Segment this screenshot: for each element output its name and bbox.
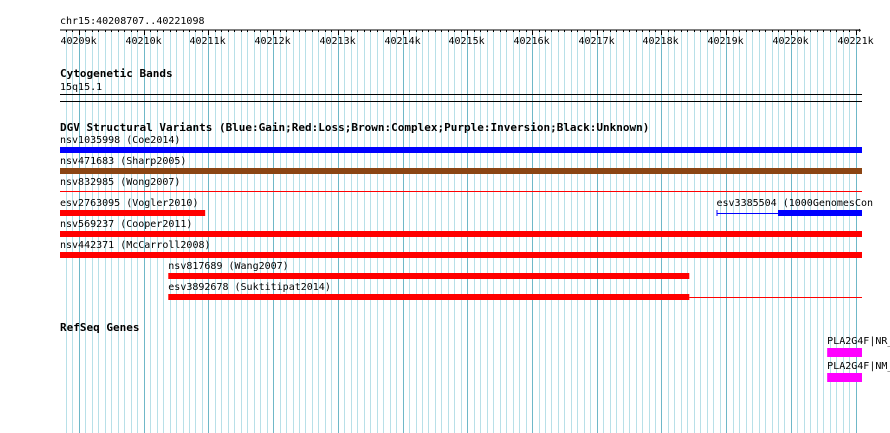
dgv-feature-bar [168,294,690,300]
ruler-tick-label: 40220k [773,36,809,47]
cytogenetic-track-title: Cytogenetic Bands [60,67,173,80]
dgv-feature[interactable]: esv2763095 (Vogler2010) [60,198,206,216]
dgv-feature-bar [60,147,862,153]
ruler-tick-label: 40210k [126,36,162,47]
dgv-feature-label: esv2763095 (Vogler2010) [60,198,198,209]
region-label: chr15:40208707..40221098 [60,16,205,27]
dgv-feature-label: esv3892678 (Suktitipat2014) [168,282,331,293]
dgv-feature-bar [168,273,690,279]
dgv-feature-label: nsv817689 (Wang2007) [168,261,288,272]
ruler-tick-label: 40215k [449,36,485,47]
ruler-tick-label: 40221k [838,36,874,47]
genome-browser-view: chr15:40208707..40221098 → 40209k 40210k 4… [60,16,890,433]
dgv-feature-bar [60,231,862,237]
refseq-gene-exon [827,373,862,382]
dgv-feature-label: nsv832985 (Wong2007) [60,177,180,188]
dgv-track-title: DGV Structural Variants (Blue:Gain;Red:L… [60,121,649,134]
dgv-feature-bar [60,168,862,174]
ruler-tick-label: 40211k [190,36,226,47]
dgv-feature-bar [60,252,862,258]
dgv-features: nsv1035998 (Coe2014) nsv471683 (Sharp2005… [60,135,873,300]
dgv-feature-bar [60,210,206,216]
dgv-feature-label: nsv569237 (Cooper2011) [60,219,192,230]
ruler-track[interactable]: chr15:40208707..40221098 → 40209k 40210k 4… [60,16,874,47]
ruler-tick-label: 40213k [320,36,356,47]
refseq-gene[interactable]: PLA2G4F|NM_ [827,361,890,382]
dgv-feature-label: nsv1035998 (Coe2014) [60,135,180,146]
dgv-track[interactable]: DGV Structural Variants (Blue:Gain;Red:L… [60,121,873,300]
refseq-gene-exon [827,348,862,357]
ruler-arrow-right-icon: → [855,25,861,36]
refseq-gene-label: PLA2G4F|NM_ [827,361,890,372]
ruler-tick-label: 40218k [643,36,679,47]
ruler-tick-label: 40216k [514,36,550,47]
ruler-tick-label: 40214k [385,36,421,47]
dgv-feature-label: esv3385504 (1000GenomesCon [716,198,873,209]
ruler-ticks: 40209k 40210k 40211k 40212k 40213k 40214k 4021… [61,30,874,47]
ruler-tick-label: 40217k [579,36,615,47]
refseq-track-title: RefSeq Genes [60,321,139,334]
ruler-tick-label: 40219k [708,36,744,47]
dgv-feature-label: nsv471683 (Sharp2005) [60,156,186,167]
dgv-feature[interactable]: esv3385504 (1000GenomesCon [716,198,873,216]
dgv-feature[interactable]: esv3892678 (Suktitipat2014) [168,282,862,300]
dgv-feature-bar [777,210,862,216]
cytoband-label: 15q15.1 [60,82,102,93]
refseq-gene-label: PLA2G4F|NR_ [827,336,890,347]
ruler-tick-label: 40212k [255,36,291,47]
ruler-tick-label: 40209k [61,36,97,47]
refseq-gene[interactable]: PLA2G4F|NR_ [827,336,890,357]
dgv-feature-label: nsv442371 (McCarroll2008) [60,240,211,251]
